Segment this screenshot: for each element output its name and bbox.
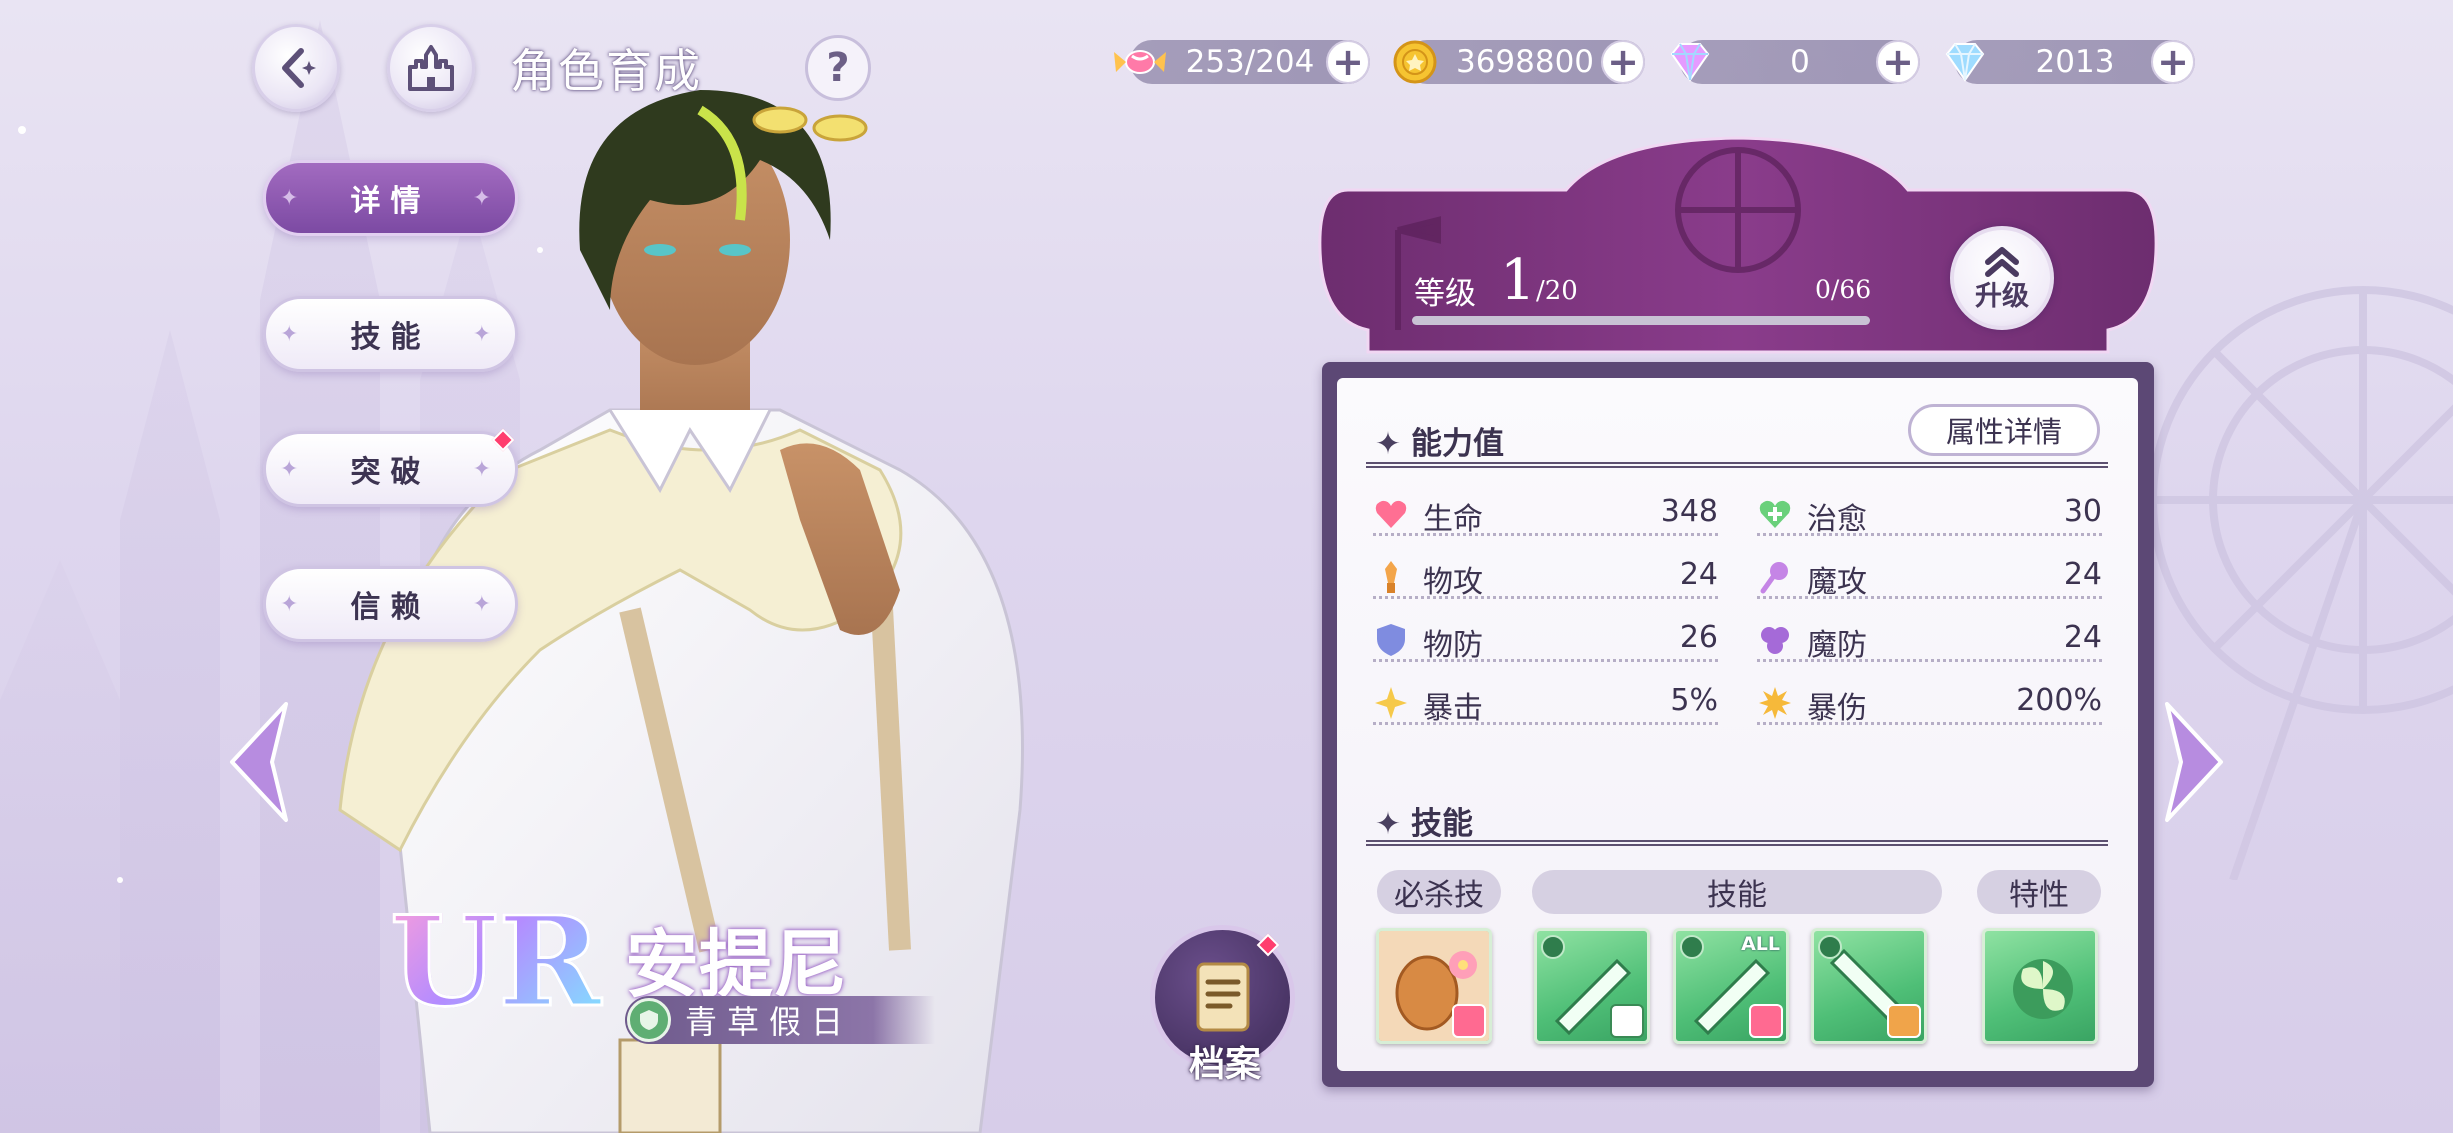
skill-type-badge: [1452, 1004, 1486, 1038]
grass-element-icon: [1818, 935, 1842, 959]
grass-element-icon: [1680, 935, 1704, 959]
trait-label: 特性: [1977, 870, 2101, 914]
heart-badge-icon: [1610, 1004, 1644, 1038]
resource-pink-gem-value: 0: [1790, 44, 1810, 80]
diamond-icon: [1945, 43, 1985, 82]
attribute-details-button[interactable]: 属性详情: [1908, 404, 2100, 456]
all-targets-tag: ALL: [1741, 933, 1780, 955]
sparkle-icon: ✦: [280, 592, 309, 617]
exp-text: 0/66: [1815, 275, 1872, 304]
add-candy-button[interactable]: +: [1326, 40, 1370, 84]
sword-icon: [1385, 561, 1397, 593]
sparkle-icon: ✦: [472, 322, 501, 347]
level-max: /20: [1536, 276, 1578, 306]
gold-coin-icon: [1393, 40, 1437, 84]
trait-icon[interactable]: [1982, 928, 2098, 1044]
outfit-name-bar: 青草假日: [625, 996, 935, 1044]
double-chevron-up-icon: [1985, 246, 2019, 277]
stat-magic-defense: 魔防 24: [1757, 618, 2102, 663]
crit-damage-icon: [1759, 687, 1791, 719]
heart-icon: [1375, 500, 1407, 528]
shield-icon: [1377, 624, 1405, 656]
tab-trust-label: 信赖: [350, 590, 431, 625]
tab-details-label: 详情: [350, 184, 431, 219]
stat-crit-rate: 暴击 5%: [1373, 681, 1718, 726]
tab-breakthrough-label: 突破: [350, 455, 431, 490]
resource-gold: 3698800 +: [1393, 40, 1645, 84]
previous-character-arrow[interactable]: [228, 700, 290, 824]
tab-trust[interactable]: ✦ 信赖 ✦: [263, 566, 518, 642]
skill-1-icon[interactable]: [1534, 928, 1650, 1044]
upgrade-button[interactable]: 升级: [1950, 226, 2054, 330]
tab-details[interactable]: ✦ 详情 ✦: [263, 160, 518, 236]
next-character-arrow[interactable]: [2163, 700, 2225, 824]
sparkle-icon: ✦: [472, 592, 501, 617]
clover-icon: [2013, 959, 2073, 1019]
stat-magic-attack: 魔攻 24: [1757, 555, 2102, 600]
magic-defense-icon: [1761, 627, 1789, 654]
sparkle-icon: ✦: [1375, 806, 1401, 842]
sparkle-icon: ✦: [280, 186, 309, 211]
archive-label: 档案: [1188, 1044, 1261, 1085]
stat-physical-attack: 物攻 24: [1373, 555, 1718, 600]
skill-3-icon[interactable]: [1811, 928, 1927, 1044]
grass-element-icon: [1541, 935, 1565, 959]
add-diamond-button[interactable]: +: [2151, 40, 2195, 84]
grass-element-icon: [627, 998, 671, 1042]
wand-icon: [1760, 562, 1788, 594]
resource-candy-value: 253/204: [1185, 44, 1315, 80]
archive-button[interactable]: 档案: [1150, 925, 1300, 1085]
stat-heal: 治愈 30: [1757, 492, 2102, 537]
outfit-name: 青草假日: [685, 1003, 854, 1041]
divider: [1366, 840, 2108, 846]
resource-diamond-value: 2013: [2035, 44, 2115, 80]
stat-hp: 生命 348: [1373, 492, 1718, 537]
resource-diamond: 2013 +: [1945, 40, 2195, 84]
sparkle-icon: ✦: [280, 322, 309, 347]
skills-section-title: ✦ 技能: [1375, 806, 1473, 842]
level-current: 1: [1500, 248, 1536, 313]
ultimate-skill-label: 必杀技: [1377, 870, 1501, 914]
add-gold-button[interactable]: +: [1601, 40, 1645, 84]
level-label: 等级: [1414, 276, 1476, 312]
upgrade-label: 升级: [1975, 280, 2029, 312]
tab-breakthrough[interactable]: ✦ 突破 ✦: [263, 428, 518, 507]
resource-gold-value: 3698800: [1455, 44, 1595, 80]
skill-2-icon[interactable]: ALL: [1673, 928, 1789, 1044]
divider: [1366, 462, 2108, 468]
exp-progress-bar: [1412, 316, 1870, 325]
tab-skills[interactable]: ✦ 技能 ✦: [263, 296, 518, 372]
stat-physical-defense: 物防 26: [1373, 618, 1718, 663]
heal-icon: [1759, 500, 1791, 528]
stat-crit-damage: 暴伤 200%: [1757, 681, 2102, 726]
ultimate-skill-icon[interactable]: [1376, 928, 1492, 1044]
shield-badge-icon: [1749, 1004, 1783, 1038]
resource-pink-gem: 0 +: [1670, 40, 1920, 84]
pink-gem-icon: [1670, 43, 1710, 82]
skills-label: 技能: [1532, 870, 1942, 914]
tab-skills-label: 技能: [350, 320, 431, 355]
sparkle-icon: ✦: [472, 186, 501, 211]
sparkle-icon: ✦: [280, 457, 309, 482]
abilities-section-title: ✦ 能力值: [1375, 426, 1504, 462]
crit-star-icon: [1375, 687, 1407, 719]
gear-badge-icon: [1887, 1004, 1921, 1038]
sparkle-icon: ✦: [472, 457, 501, 482]
sparkle-icon: ✦: [1375, 426, 1401, 462]
add-pink-gem-button[interactable]: +: [1876, 40, 1920, 84]
notebook-icon: [1196, 962, 1249, 1031]
rarity-badge: UR: [388, 889, 602, 1037]
